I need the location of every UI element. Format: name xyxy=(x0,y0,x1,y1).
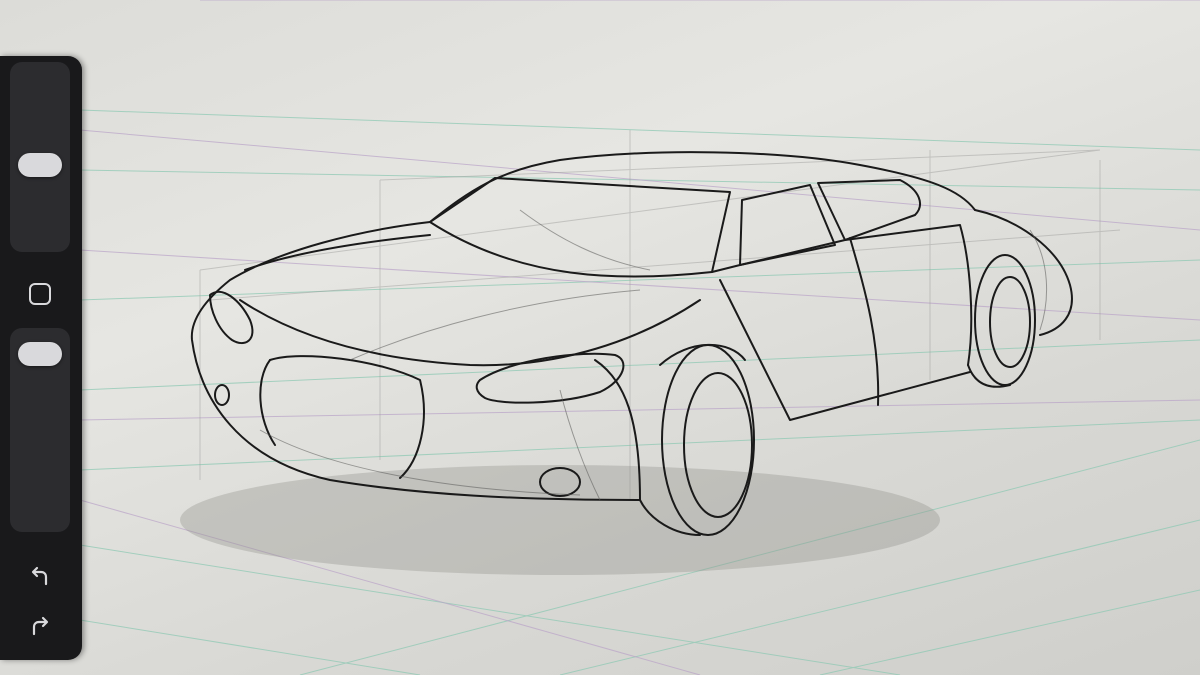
redo-arrow-icon xyxy=(32,616,49,636)
brush-size-slider-thumb[interactable] xyxy=(18,152,62,177)
redo-button[interactable] xyxy=(24,612,56,644)
car-sketch-artwork xyxy=(79,0,1200,675)
brush-size-slider[interactable] xyxy=(10,62,70,252)
square-icon xyxy=(29,283,51,305)
undo-arrow-icon xyxy=(31,566,48,586)
undo-button[interactable] xyxy=(24,562,56,594)
car-ground-shadow xyxy=(180,465,940,575)
drawing-canvas[interactable] xyxy=(0,0,1200,675)
opacity-slider-thumb[interactable] xyxy=(18,342,62,367)
modify-button[interactable] xyxy=(24,278,56,310)
side-toolbar xyxy=(0,56,82,660)
opacity-slider[interactable] xyxy=(10,328,70,532)
